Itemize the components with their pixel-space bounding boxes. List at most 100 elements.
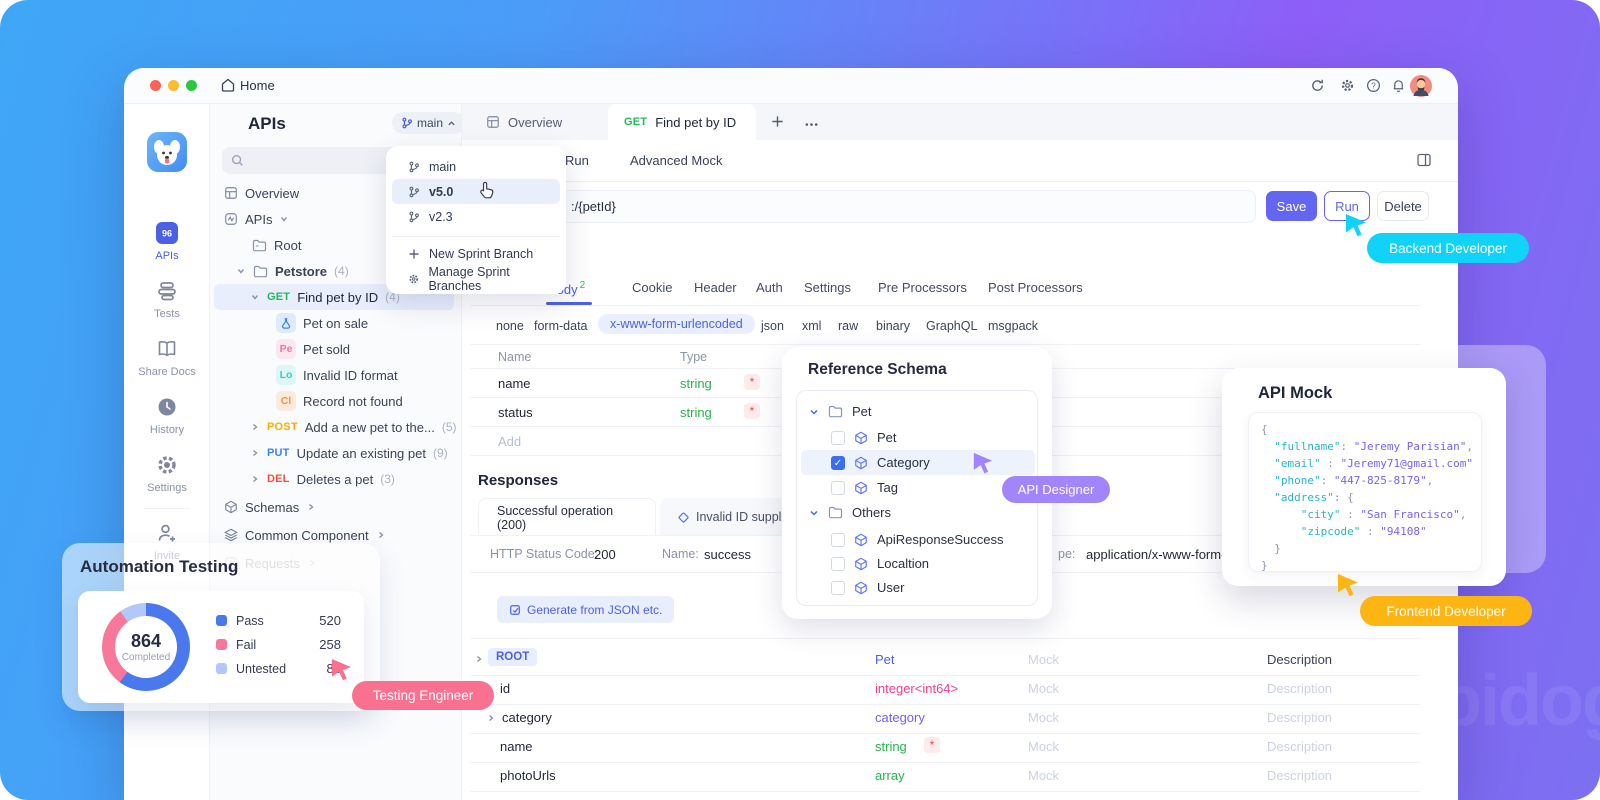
schema-type-cell[interactable]: string bbox=[875, 739, 907, 754]
branch-selector[interactable]: main bbox=[392, 112, 465, 134]
tree-item-invalid-id[interactable]: Lo Invalid ID format bbox=[276, 362, 398, 388]
save-button[interactable]: Save bbox=[1266, 191, 1317, 221]
rail-item-share-docs[interactable]: Share Docs bbox=[124, 338, 210, 378]
tab-auth[interactable]: Auth bbox=[756, 280, 783, 295]
checkbox-unchecked[interactable] bbox=[831, 481, 845, 495]
subnav-advanced-mock[interactable]: Advanced Mock bbox=[630, 153, 723, 168]
home-tab-label[interactable]: Home bbox=[240, 78, 275, 93]
add-param-row[interactable]: Add bbox=[498, 434, 521, 449]
schema-desc-cell[interactable]: Description bbox=[1267, 681, 1332, 696]
rail-item-apis[interactable]: 96 APIs bbox=[124, 222, 210, 262]
tree-item-record-not-found[interactable]: Cl Record not found bbox=[276, 388, 403, 414]
schema-item-tag[interactable]: Tag bbox=[831, 475, 898, 500]
response-name-value[interactable]: success bbox=[704, 547, 751, 562]
response-tab-success[interactable]: Successful operation (200) bbox=[478, 498, 656, 536]
param-name-cell[interactable]: status bbox=[498, 405, 533, 420]
schema-type-cell[interactable]: array bbox=[875, 768, 905, 783]
http-status-value[interactable]: 200 bbox=[594, 547, 616, 562]
chevron-right-icon[interactable] bbox=[474, 654, 484, 664]
schema-type-cell[interactable]: category bbox=[875, 710, 925, 725]
checkbox-checked[interactable]: ✓ bbox=[831, 456, 845, 470]
body-type-form-data[interactable]: form-data bbox=[534, 319, 588, 333]
delete-button[interactable]: Delete bbox=[1377, 191, 1429, 221]
body-type-xml[interactable]: xml bbox=[802, 319, 821, 333]
tab-find-pet-by-id[interactable]: GET Find pet by ID bbox=[608, 104, 756, 140]
project-avatar[interactable] bbox=[147, 132, 187, 175]
schema-name-cell[interactable]: id bbox=[500, 681, 510, 696]
body-type-binary[interactable]: binary bbox=[876, 319, 910, 333]
tree-item-overview[interactable]: Overview bbox=[224, 180, 299, 206]
url-input[interactable]: :/{petId} bbox=[470, 190, 1256, 223]
schema-group-pet[interactable]: Pet bbox=[809, 399, 872, 424]
rail-item-tests[interactable]: Tests bbox=[124, 280, 210, 320]
notifications-bell-icon[interactable] bbox=[1391, 78, 1406, 96]
branch-option-main[interactable]: main bbox=[392, 154, 560, 179]
schema-mock-cell[interactable]: Mock bbox=[1028, 710, 1059, 725]
schema-root-chip[interactable]: ROOT bbox=[488, 648, 537, 666]
tab-header[interactable]: Header bbox=[694, 280, 737, 295]
schema-mock-cell[interactable]: Mock bbox=[1028, 768, 1059, 783]
user-avatar[interactable] bbox=[1410, 75, 1432, 100]
schema-mock-cell[interactable]: Mock bbox=[1028, 681, 1059, 696]
schema-type-cell[interactable]: integer<int64> bbox=[875, 681, 958, 696]
schema-item-pet[interactable]: Pet bbox=[831, 425, 897, 450]
tree-item-del-deletes-pet[interactable]: DEL Deletes a pet(3) bbox=[250, 466, 395, 492]
schema-name-cell[interactable]: photoUrls bbox=[500, 768, 556, 783]
generate-from-json-button[interactable]: Generate from JSON etc. bbox=[497, 596, 674, 623]
schema-item-category[interactable]: ✓ Category bbox=[831, 450, 930, 475]
settings-gear-icon[interactable] bbox=[1340, 78, 1355, 96]
tree-item-pet-on-sale[interactable]: Pet on sale bbox=[276, 310, 368, 336]
body-type-graphql[interactable]: GraphQL bbox=[926, 319, 977, 333]
rail-item-history[interactable]: History bbox=[124, 396, 210, 436]
minimize-traffic-light[interactable] bbox=[168, 80, 179, 91]
chevron-right-icon[interactable] bbox=[486, 713, 496, 723]
schema-desc-cell[interactable]: Description bbox=[1267, 739, 1332, 754]
tab-overflow-button[interactable] bbox=[804, 117, 819, 135]
subnav-run[interactable]: Run bbox=[565, 153, 589, 168]
schema-item-localtion[interactable]: Localtion bbox=[831, 551, 929, 576]
schema-desc-cell[interactable]: Description bbox=[1267, 710, 1332, 725]
checkbox-unchecked[interactable] bbox=[831, 581, 845, 595]
body-type-msgpack[interactable]: msgpack bbox=[988, 319, 1038, 333]
schema-group-others[interactable]: Others bbox=[809, 500, 891, 525]
tree-item-schemas[interactable]: Schemas bbox=[224, 494, 316, 520]
tab-overview[interactable]: Overview bbox=[470, 104, 578, 140]
refresh-icon[interactable] bbox=[1310, 78, 1325, 96]
schema-type-cell[interactable]: Pet bbox=[875, 652, 895, 667]
tree-item-put-update-pet[interactable]: PUT Update an existing pet(9) bbox=[250, 440, 448, 466]
param-type-cell[interactable]: string bbox=[680, 376, 712, 391]
body-type-json[interactable]: json bbox=[761, 319, 784, 333]
tree-item-root[interactable]: Root bbox=[252, 232, 301, 258]
maximize-traffic-light[interactable] bbox=[186, 80, 197, 91]
schema-item-apiresponsesuccess[interactable]: ApiResponseSuccess bbox=[831, 527, 1003, 552]
schema-desc-cell[interactable]: Description bbox=[1267, 652, 1332, 667]
schema-item-user[interactable]: User bbox=[831, 575, 904, 600]
layout-panel-icon[interactable] bbox=[1416, 152, 1432, 171]
close-traffic-light[interactable] bbox=[150, 80, 161, 91]
branch-option-v2[interactable]: v2.3 bbox=[392, 204, 560, 229]
checkbox-unchecked[interactable] bbox=[831, 557, 845, 571]
tab-post-processors[interactable]: Post Processors bbox=[988, 280, 1083, 295]
tree-item-apis[interactable]: APIs bbox=[224, 206, 289, 232]
tree-item-petstore[interactable]: Petstore(4) bbox=[236, 258, 349, 284]
param-type-cell[interactable]: string bbox=[680, 405, 712, 420]
schema-name-cell[interactable]: name bbox=[500, 739, 533, 754]
manage-sprint-branches-item[interactable]: Manage Sprint Branches bbox=[392, 266, 560, 291]
body-type-urlencoded[interactable]: x-www-form-urlencoded bbox=[598, 314, 755, 334]
schema-mock-cell[interactable]: Mock bbox=[1028, 652, 1059, 667]
schema-mock-cell[interactable]: Mock bbox=[1028, 739, 1059, 754]
help-icon[interactable]: ? bbox=[1366, 78, 1381, 96]
new-tab-button[interactable] bbox=[770, 114, 785, 132]
tree-item-pet-sold[interactable]: Pe Pet sold bbox=[276, 336, 350, 362]
branch-option-v5[interactable]: v5.0 bbox=[392, 179, 560, 204]
schema-desc-cell[interactable]: Description bbox=[1267, 768, 1332, 783]
checkbox-unchecked[interactable] bbox=[831, 533, 845, 547]
param-name-cell[interactable]: name bbox=[498, 376, 531, 391]
rail-item-settings[interactable]: Settings bbox=[124, 454, 210, 494]
tree-item-post-add-pet[interactable]: POST Add a new pet to the...(5) bbox=[250, 414, 457, 440]
tab-pre-processors[interactable]: Pre Processors bbox=[878, 280, 967, 295]
tab-cookie[interactable]: Cookie bbox=[632, 280, 672, 295]
body-type-none[interactable]: none bbox=[496, 319, 524, 333]
new-sprint-branch-item[interactable]: New Sprint Branch bbox=[392, 241, 560, 266]
checkbox-unchecked[interactable] bbox=[831, 431, 845, 445]
